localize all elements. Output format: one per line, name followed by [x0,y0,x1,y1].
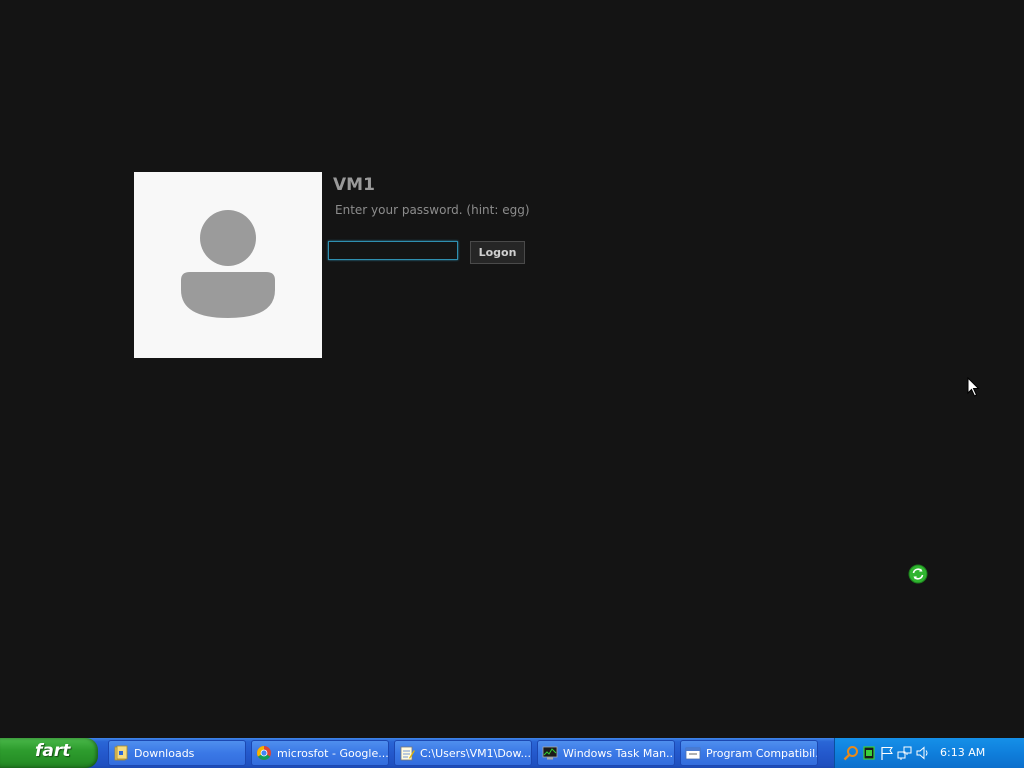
taskbar: fart Downloads microsfot - Google... C:\… [0,738,1024,768]
password-input[interactable] [328,241,458,260]
user-name: VM1 [333,175,375,195]
clock[interactable]: 6:13 AM [940,746,985,759]
taskbar-item-label: Downloads [134,746,195,760]
taskbar-item-chrome[interactable]: microsfot - Google... [251,740,389,766]
taskbar-item-notepad[interactable]: C:\Users\VM1\Dow... [394,740,532,766]
speaker-icon[interactable] [915,745,931,761]
task-manager-icon [542,746,558,760]
taskbar-item-program-compatibility[interactable]: Program Compatibil... [680,740,818,766]
system-tray: 6:13 AM [834,738,1024,768]
user-silhouette-icon [181,210,275,318]
taskbar-item-label: microsfot - Google... [277,746,388,760]
taskbar-item-downloads[interactable]: Downloads [108,740,246,766]
chrome-icon [257,746,271,760]
network-icon[interactable] [897,745,913,761]
user-avatar [134,172,322,358]
search-icon[interactable] [843,745,859,761]
taskbar-item-label: Program Compatibil... [706,746,817,760]
window-icon [685,747,701,760]
start-button[interactable]: fart [0,738,98,768]
folder-icon [114,745,128,761]
flag-icon[interactable] [879,745,895,761]
sync-icon[interactable] [908,564,928,584]
notepad-icon [400,746,415,761]
taskbar-item-label: Windows Task Man... [563,746,674,760]
green-square-icon[interactable] [863,745,875,761]
taskbar-item-label: C:\Users\VM1\Dow... [420,746,531,760]
logon-button[interactable]: Logon [470,241,525,264]
password-hint: Enter your password. (hint: egg) [335,203,530,217]
start-label: fart [35,741,71,761]
logon-screen: VM1 Enter your password. (hint: egg) Log… [0,0,1024,768]
mouse-cursor-icon [967,377,980,397]
taskbar-item-task-manager[interactable]: Windows Task Man... [537,740,675,766]
